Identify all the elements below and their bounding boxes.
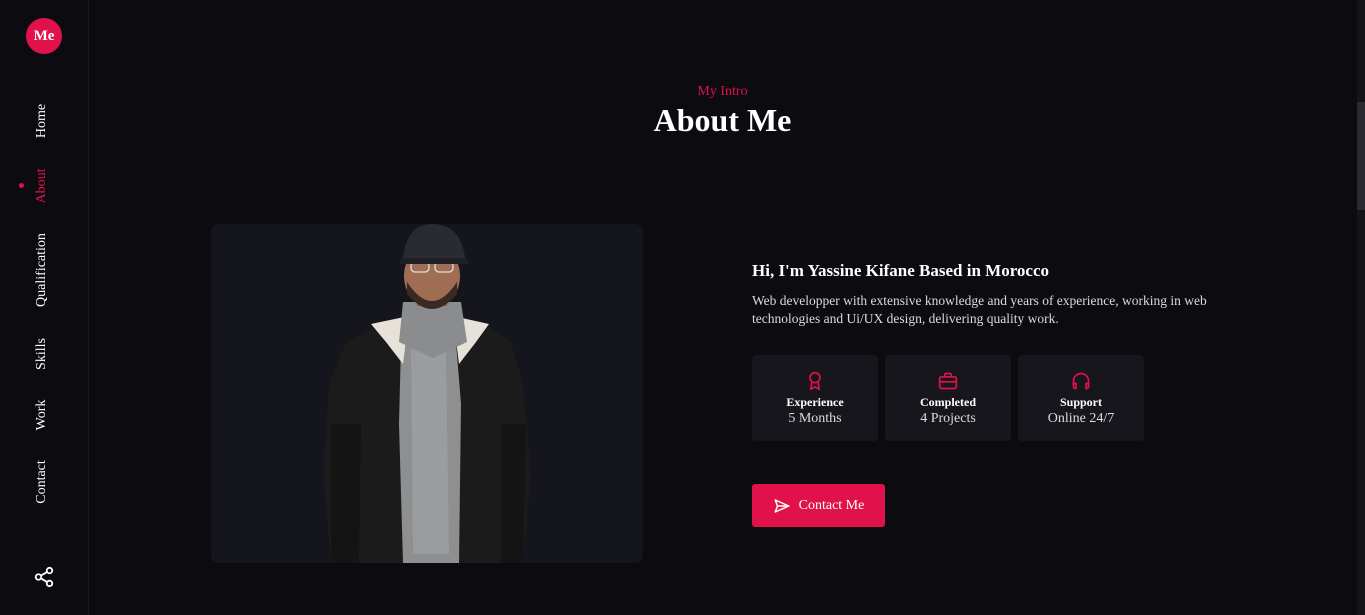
stats-row: Experience 5 Months Completed 4 Projects… — [752, 355, 1144, 441]
stat-label: Experience — [786, 395, 844, 409]
nav-item-skills[interactable]: Skills — [34, 338, 50, 370]
stat-value: 5 Months — [788, 411, 842, 426]
stat-card-completed: Completed 4 Projects — [885, 355, 1011, 441]
section-subtitle: My Intro — [697, 84, 748, 99]
scrollbar-track[interactable] — [1357, 0, 1365, 615]
scrollbar-thumb[interactable] — [1357, 102, 1365, 210]
stat-card-experience: Experience 5 Months — [752, 355, 878, 441]
nav-item-qualification[interactable]: Qualification — [34, 233, 50, 307]
person-silhouette-image — [323, 224, 531, 563]
contact-me-label: Contact Me — [798, 497, 865, 513]
award-icon — [809, 371, 821, 391]
nav-item-about[interactable]: About — [34, 169, 50, 204]
bio-description: Web developper with extensive knowledge … — [752, 293, 1207, 326]
profile-photo — [211, 224, 643, 563]
active-indicator-dot — [19, 183, 24, 188]
contact-me-button[interactable]: Contact Me — [752, 484, 885, 527]
stat-value: 4 Projects — [920, 411, 976, 426]
nav-item-contact[interactable]: Contact — [34, 460, 50, 504]
stat-label: Support — [1059, 395, 1103, 409]
stat-value: Online 24/7 — [1047, 411, 1115, 426]
share-icon[interactable] — [33, 566, 55, 588]
nav-item-work[interactable]: Work — [34, 400, 50, 431]
briefcase-icon — [938, 372, 958, 390]
bio-heading: Hi, I'm Yassine Kifane Based in Morocco — [752, 261, 1050, 280]
stat-label: Completed — [920, 395, 976, 409]
logo[interactable]: Me — [26, 18, 62, 54]
headphones-icon — [1072, 372, 1090, 390]
section-title: About Me — [653, 102, 792, 138]
send-icon — [774, 498, 790, 513]
stat-card-support: Support Online 24/7 — [1018, 355, 1144, 441]
